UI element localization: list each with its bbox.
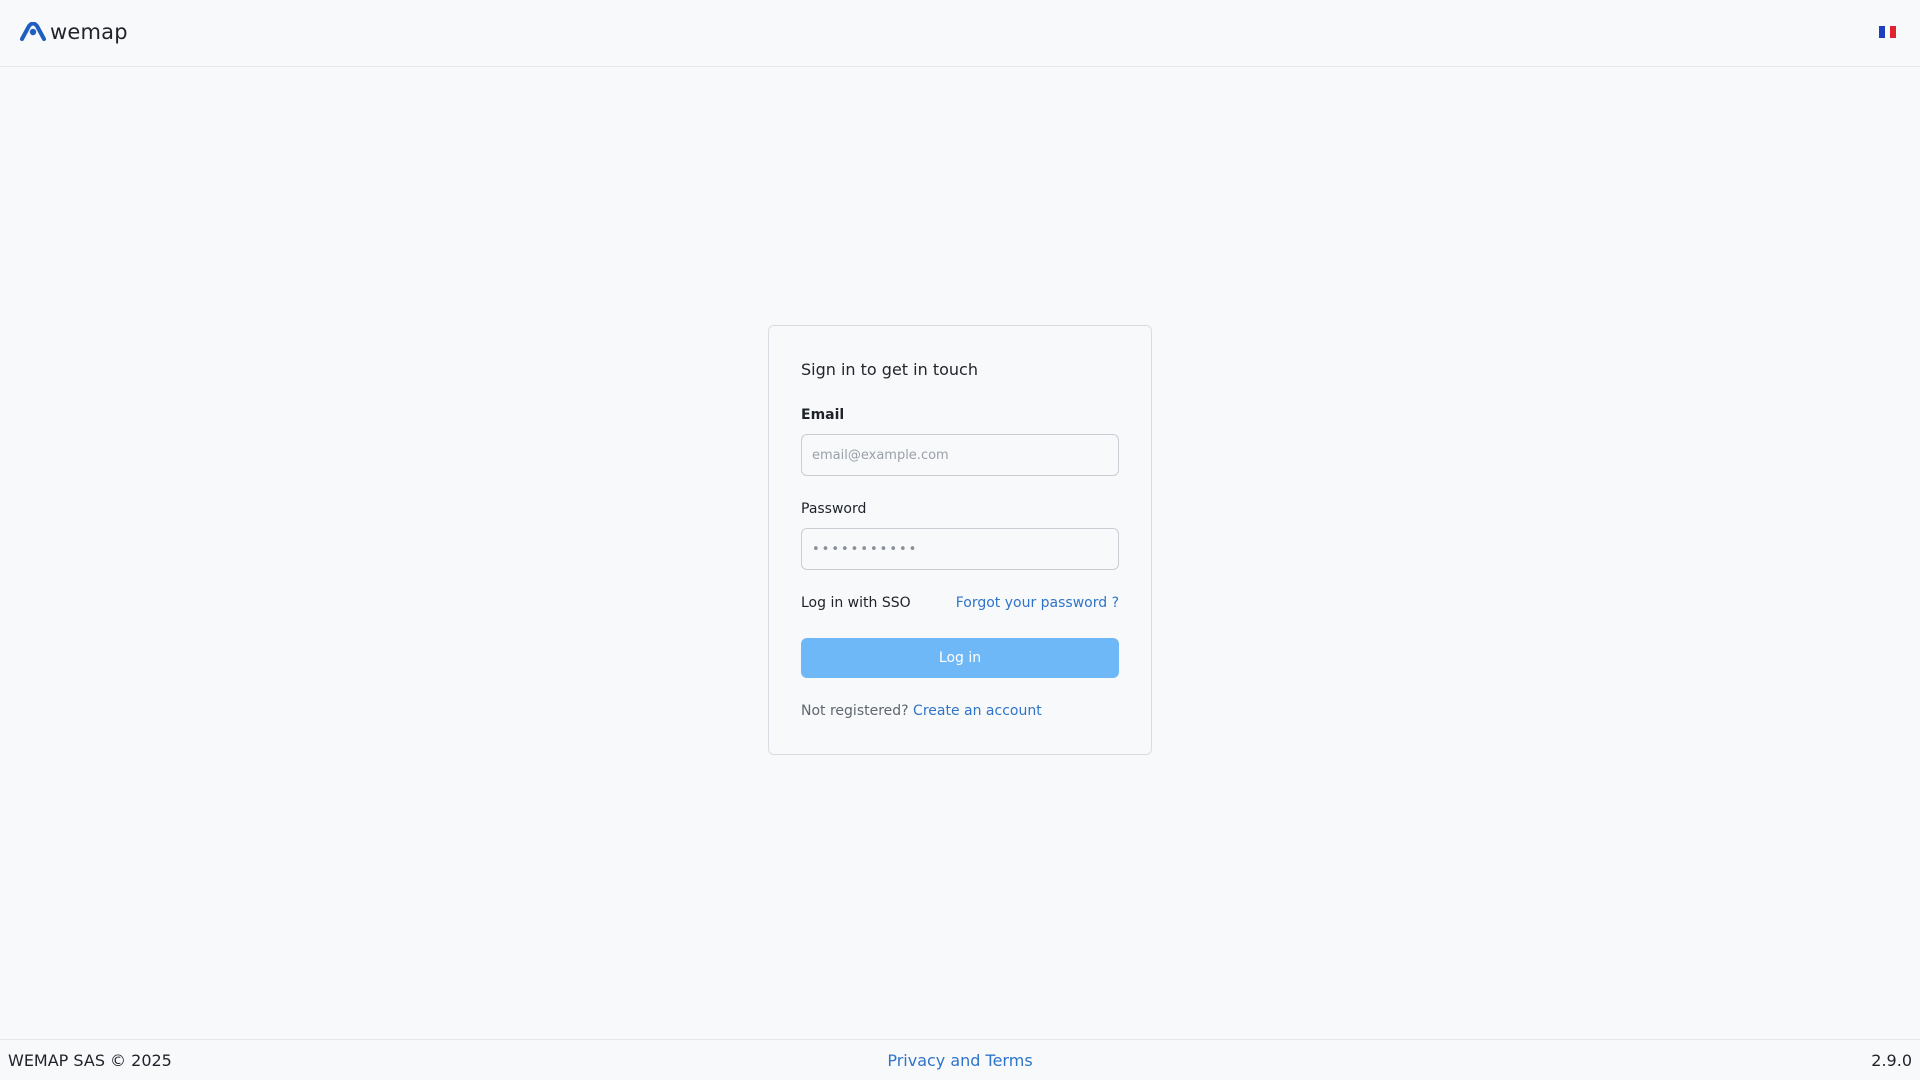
login-card: Sign in to get in touch Email Password L… [768,325,1152,755]
copyright-text: WEMAP SAS © 2025 [8,1051,172,1070]
france-flag-icon[interactable] [1879,26,1897,38]
password-label: Password [801,501,867,517]
wemap-logo[interactable]: wemap [20,20,128,44]
create-account-link[interactable]: Create an account [913,703,1042,719]
privacy-terms-link[interactable]: Privacy and Terms [887,1051,1032,1070]
sso-login-link[interactable]: Log in with SSO [801,595,911,611]
brand-name: wemap [50,20,128,44]
email-input[interactable] [801,434,1119,476]
email-label: Email [801,407,845,423]
password-input[interactable] [801,528,1119,570]
forgot-password-link[interactable]: Forgot your password ? [956,595,1119,611]
privacy-terms-wrapper: Privacy and Terms [0,1051,1920,1070]
top-bar: wemap [0,0,1920,67]
version-label: 2.9.0 [1871,1051,1912,1070]
wemap-logo-icon [20,22,46,42]
login-button[interactable]: Log in [801,638,1119,678]
login-title: Sign in to get in touch [801,360,978,379]
footer: WEMAP SAS © 2025 Privacy and Terms 2.9.0 [0,1039,1920,1080]
register-row: Not registered? Create an account [801,703,1042,719]
register-prompt: Not registered? [801,703,914,719]
